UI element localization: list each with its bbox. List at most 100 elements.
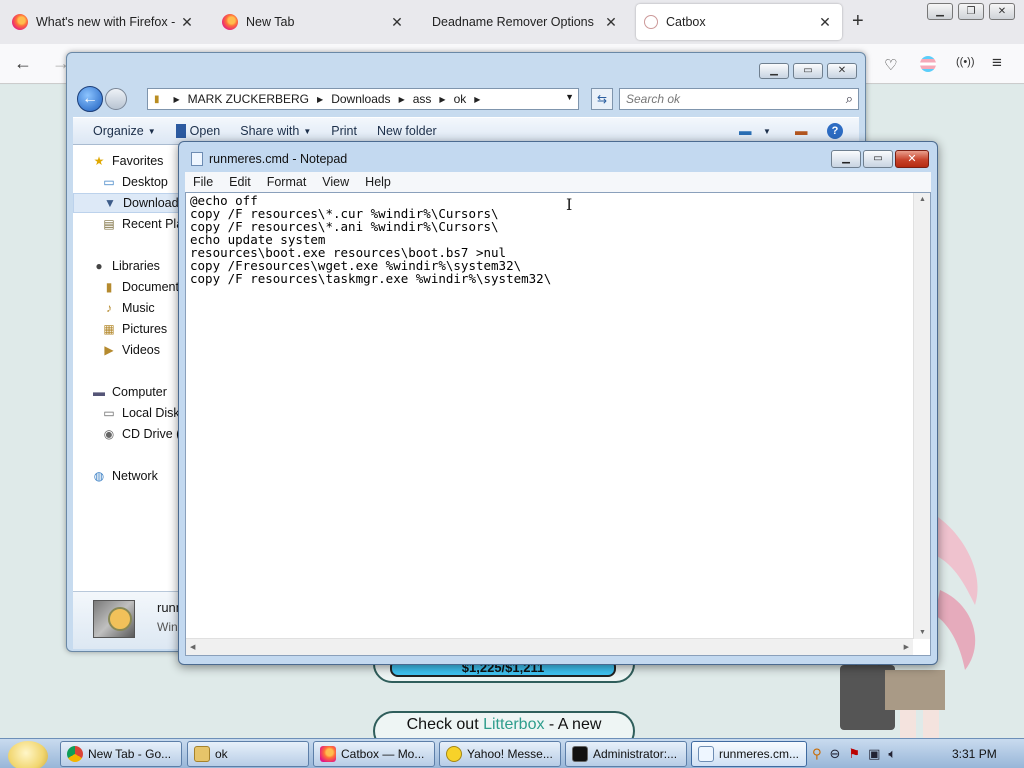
extension-icon[interactable]: ((•)) — [956, 56, 975, 68]
network-tray-icon[interactable]: ▣ — [868, 746, 880, 762]
flag-error-icon[interactable]: ⚑ — [848, 746, 860, 762]
maximize-button[interactable]: ❐ — [958, 3, 984, 20]
maximize-button[interactable]: ▭ — [793, 63, 823, 79]
breadcrumb-item[interactable]: MARK ZUCKERBERG — [188, 92, 309, 106]
share-with-button[interactable]: Share with ▼ — [240, 124, 311, 138]
start-button[interactable] — [8, 741, 48, 768]
close-button[interactable]: ✕ — [895, 150, 929, 168]
taskbar-item-firefox[interactable]: Catbox — Mo... — [313, 741, 435, 767]
breadcrumb-item[interactable]: ass — [413, 92, 432, 106]
print-label: Print — [331, 124, 357, 138]
search-icon[interactable]: ⚲ — [812, 746, 822, 762]
back-button[interactable]: ← — [77, 86, 103, 112]
desktop-icon: ▭ — [103, 175, 115, 189]
nav-label: Music — [122, 301, 155, 315]
preview-pane-icon[interactable]: ▬ — [795, 124, 808, 138]
breadcrumb-item[interactable]: ok — [454, 92, 467, 106]
tab-whats-new[interactable]: What's new with Firefox - Mo ✕ — [4, 4, 204, 40]
downloads-icon: ▼ — [104, 196, 116, 210]
address-row: ← ▮ ▶ MARK ZUCKERBERG ▶ Downloads ▶ ass ▶ ok… — [73, 85, 859, 113]
chevron-down-icon[interactable]: ▼ — [763, 127, 771, 136]
extension-flag-icon[interactable] — [920, 56, 936, 72]
menu-file[interactable]: File — [185, 175, 221, 189]
litterbox-prefix: Check out — [406, 716, 484, 733]
close-icon[interactable]: ✕ — [816, 14, 834, 31]
view-icon[interactable]: ▬ — [739, 124, 752, 138]
close-window-button[interactable]: ✕ — [989, 3, 1015, 20]
minimize-button[interactable]: ▁ — [759, 63, 789, 79]
back-arrow-icon[interactable]: ← — [14, 53, 32, 74]
nav-label: Documents — [122, 280, 186, 294]
taskbar-item-cmd[interactable]: Administrator:... — [565, 741, 687, 767]
new-folder-button[interactable]: New folder — [377, 124, 437, 138]
nav-label: Pictures — [122, 322, 168, 336]
chevron-down-icon: ▼ — [303, 126, 312, 136]
menu-view[interactable]: View — [314, 175, 357, 189]
firefox-icon — [222, 14, 238, 30]
text-area[interactable] — [190, 194, 910, 634]
organize-button[interactable]: Organize ▼ — [93, 124, 156, 138]
taskbar-item-yahoo-messenger[interactable]: Yahoo! Messe... — [439, 741, 561, 767]
nav-label: Desktop — [122, 175, 168, 189]
nav-label: Downloads — [123, 196, 185, 210]
close-icon[interactable]: ✕ — [178, 14, 196, 31]
search-input[interactable]: Search ok ⌕ — [619, 88, 859, 110]
videos-icon: ▶ — [104, 343, 114, 357]
recent-places-icon: ▤ — [103, 217, 115, 231]
new-folder-label: New folder — [376, 124, 437, 138]
nav-label: Favorites — [112, 154, 164, 168]
menu-format[interactable]: Format — [259, 175, 315, 189]
minimize-button[interactable]: ▁ — [831, 150, 861, 168]
notepad-titlebar[interactable]: runmeres.cmd - Notepad ▁ ▭ ✕ — [179, 142, 937, 174]
chevron-down-icon[interactable]: ▼ — [565, 92, 574, 102]
litterbox-link[interactable]: Litterbox — [483, 716, 544, 733]
horizontal-scrollbar[interactable]: ◀ ▶ — [186, 638, 913, 655]
refresh-button[interactable]: ⇆ — [591, 88, 613, 110]
scroll-right-icon[interactable]: ▶ — [904, 643, 909, 651]
scroll-up-icon[interactable]: ▲ — [919, 196, 926, 203]
open-button[interactable]: Open — [175, 124, 220, 138]
vertical-scrollbar[interactable]: ▲ ▼ — [913, 193, 930, 639]
tab-new-tab[interactable]: New Tab ✕ — [214, 4, 414, 40]
task-label: runmeres.cm... — [719, 747, 800, 761]
nav-label: Libraries — [112, 259, 160, 273]
maximize-button[interactable]: ▭ — [863, 150, 893, 168]
task-label: Yahoo! Messe... — [467, 747, 553, 761]
menu-edit[interactable]: Edit — [221, 175, 259, 189]
tab-deadname-remover[interactable]: Deadname Remover Options ✕ — [424, 4, 628, 40]
clock[interactable]: 3:31 PM — [952, 747, 997, 761]
address-bar[interactable]: ▮ ▶ MARK ZUCKERBERG ▶ Downloads ▶ ass ▶ ok ▶… — [147, 88, 579, 110]
folder-icon — [194, 746, 210, 762]
tab-catbox[interactable]: Catbox ✕ — [636, 4, 842, 40]
nav-downloads[interactable]: ▼ Downloads — [73, 193, 185, 213]
menu-help[interactable]: Help — [357, 175, 399, 189]
hamburger-menu-icon[interactable]: ≡ — [992, 53, 1002, 73]
close-button[interactable]: ✕ — [827, 63, 857, 79]
search-icon[interactable]: ⌕ — [846, 91, 853, 107]
scroll-down-icon[interactable]: ▼ — [919, 629, 926, 636]
volume-icon[interactable]: 🔈︎ — [888, 746, 896, 762]
minimize-button[interactable]: ▁ — [927, 3, 953, 20]
chrome-icon — [67, 746, 83, 762]
help-icon[interactable]: ? — [827, 123, 843, 139]
minus-circle-icon[interactable]: ⊖ — [830, 746, 841, 762]
star-icon: ★ — [93, 154, 105, 168]
close-icon[interactable]: ✕ — [388, 14, 406, 31]
scroll-left-icon[interactable]: ◀ — [190, 643, 195, 651]
print-button[interactable]: Print — [331, 124, 357, 138]
taskbar-item-explorer[interactable]: ok — [187, 741, 309, 767]
cd-drive-icon: ◉ — [103, 427, 115, 441]
new-tab-button[interactable]: + — [852, 10, 864, 33]
breadcrumb-item[interactable]: Downloads — [331, 92, 390, 106]
cmd-file-large-icon — [93, 600, 135, 638]
close-icon[interactable]: ✕ — [602, 14, 620, 31]
taskbar-item-notepad[interactable]: runmeres.cm... — [691, 741, 807, 767]
pictures-icon: ▦ — [103, 322, 115, 336]
pocket-icon[interactable]: ♡ — [884, 56, 897, 74]
organize-label: Organize — [93, 124, 144, 138]
hard-drive-icon: ▭ — [103, 406, 115, 420]
text-editor: ▲ ▼ ◀ ▶ — [185, 192, 931, 656]
firefox-icon — [12, 14, 28, 30]
taskbar-item-chrome[interactable]: New Tab - Go... — [60, 741, 182, 767]
forward-button[interactable] — [105, 88, 127, 110]
